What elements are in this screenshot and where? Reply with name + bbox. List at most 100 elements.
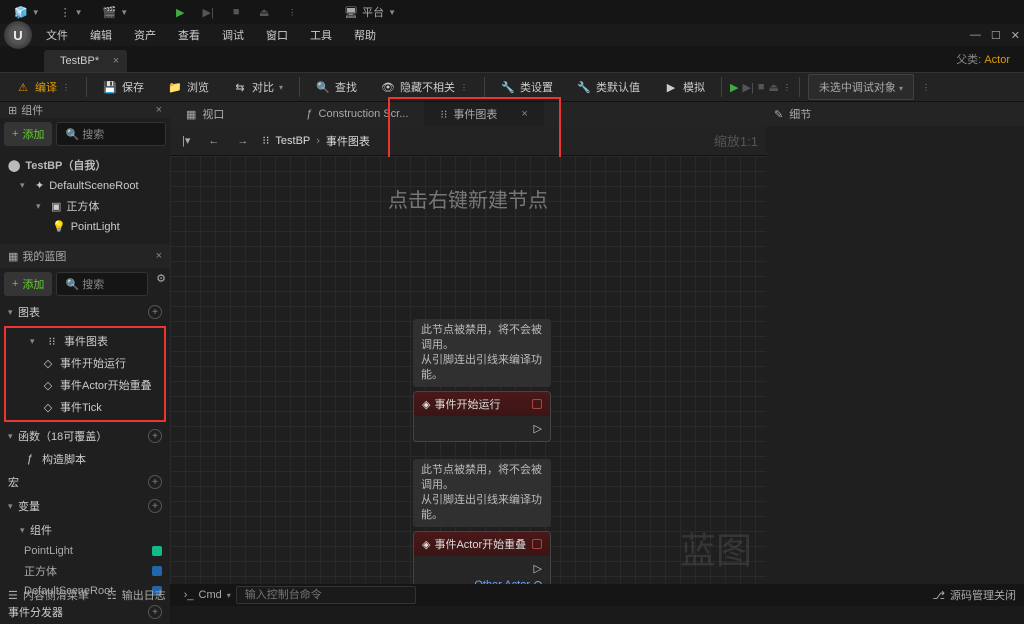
skip-icon[interactable]: ▶|	[742, 81, 753, 94]
event-item[interactable]: ◇事件开始运行	[6, 352, 164, 374]
viewport-tab[interactable]: ▦视口	[170, 102, 240, 126]
function-item[interactable]: ƒ构造脚本	[0, 448, 170, 470]
search-input[interactable]: 🔍 搜索	[56, 122, 166, 146]
variable-item[interactable]: PointLight	[0, 542, 170, 560]
stop-icon[interactable]: ■	[758, 81, 765, 93]
menu-edit[interactable]: 编辑	[80, 24, 122, 46]
hide-unrelated-button[interactable]: 👁隐藏不相关⋮	[373, 75, 476, 99]
macros-section[interactable]: 宏+	[0, 470, 170, 494]
search-input[interactable]: 🔍 搜索	[56, 272, 148, 296]
add-icon[interactable]: +	[148, 499, 162, 513]
simulation-button[interactable]: ▶模拟	[656, 75, 713, 99]
menu-debug[interactable]: 调试	[212, 24, 254, 46]
find-button[interactable]: 🔍查找	[308, 75, 365, 99]
browse-button[interactable]: 📁浏览	[160, 75, 217, 99]
event-item[interactable]: ◇事件Tick	[6, 396, 164, 418]
my-blueprint-panel-tab[interactable]: ▦ 我的蓝图 ×	[8, 248, 162, 264]
save-button[interactable]: 💾保存	[95, 75, 152, 99]
cmd-group: ›_ Cmd▾	[184, 586, 416, 604]
construction-tab[interactable]: ƒConstruction Scr...	[290, 104, 424, 124]
tab-label: TestBP*	[60, 55, 99, 67]
blueprint-node[interactable]: ◈事件Actor开始重叠 ▷ Other Actor	[413, 531, 551, 584]
node-comment: 此节点被禁用，将不会被调用。从引脚连出引线来编译功能。	[413, 319, 551, 387]
tree-item[interactable]: ▾▣正方体	[0, 195, 170, 217]
node-header[interactable]: ◈事件开始运行	[414, 392, 550, 416]
event-graph-item[interactable]: ▾⁝⁝事件图表	[6, 330, 164, 352]
skip-icon[interactable]: ▶|	[198, 2, 218, 22]
components-var-group[interactable]: ▾组件	[0, 518, 170, 542]
cmd-input[interactable]	[236, 586, 416, 604]
stop-icon[interactable]: ■	[226, 2, 246, 22]
components-panel-tab[interactable]: ⊞ 组件 ×	[8, 102, 162, 118]
minimize-button[interactable]: —	[970, 29, 981, 42]
pin-circle-icon	[534, 581, 542, 584]
close-icon[interactable]: ×	[113, 55, 119, 67]
unreal-logo-icon: U	[4, 21, 32, 49]
node-header[interactable]: ◈事件Actor开始重叠	[414, 532, 550, 556]
debug-object-select[interactable]: 未选中调试对象 ▾	[808, 74, 914, 100]
event-icon: ◈	[422, 538, 430, 551]
menu-view[interactable]: 查看	[168, 24, 210, 46]
menu-asset[interactable]: 资产	[124, 24, 166, 46]
exec-pin-out[interactable]: ▷	[534, 562, 542, 575]
forward-button[interactable]: →	[233, 133, 252, 149]
menu-window[interactable]: 窗口	[256, 24, 298, 46]
graphs-section[interactable]: ▾图表+	[0, 300, 170, 324]
tree-item[interactable]: 💡PointLight	[0, 217, 170, 236]
add-icon[interactable]: +	[148, 429, 162, 443]
film-icon: 🎬	[103, 6, 117, 19]
close-button[interactable]: ✕	[1011, 29, 1020, 42]
back-button[interactable]: ←	[204, 133, 223, 149]
menu-tools[interactable]: 工具	[300, 24, 342, 46]
add-component-button[interactable]: + 添加	[4, 122, 52, 146]
diff-button[interactable]: ⇆对比▾	[225, 75, 291, 99]
blueprint-node[interactable]: ◈事件开始运行 ▷	[413, 391, 551, 442]
event-item[interactable]: ◇事件Actor开始重叠	[6, 374, 164, 396]
variables-section[interactable]: ▾变量+	[0, 494, 170, 518]
play-icon[interactable]: ▶	[170, 2, 190, 22]
add-blueprint-button[interactable]: + 添加	[4, 272, 52, 296]
details-panel: ✎ 细节	[766, 102, 1024, 584]
functions-section[interactable]: ▾函数（18可覆盖）+	[0, 424, 170, 448]
close-icon[interactable]: ×	[521, 108, 527, 120]
nav-menu-button[interactable]: |▾	[178, 132, 194, 149]
breadcrumb-leaf[interactable]: 事件图表	[326, 133, 370, 149]
class-defaults-button[interactable]: 🔧类默认值	[569, 75, 648, 99]
cinematics-dropdown[interactable]: 🎬▼	[97, 4, 135, 21]
add-icon[interactable]: +	[148, 605, 162, 619]
add-content-dropdown[interactable]: 🧊▼	[8, 4, 46, 21]
graph-viewport[interactable]: 点击右键新建节点 此节点被禁用，将不会被调用。从引脚连出引线来编译功能。 ◈事件…	[170, 156, 766, 584]
class-settings-button[interactable]: 🔧类设置	[493, 75, 561, 99]
exec-pin-out[interactable]: ▷	[534, 422, 542, 435]
eject-icon[interactable]: ⏏	[768, 81, 778, 94]
eject-icon[interactable]: ⏏	[254, 2, 274, 22]
maximize-button[interactable]: ☐	[991, 29, 1001, 42]
tree-item[interactable]: ▾✦DefaultSceneRoot	[0, 176, 170, 195]
delegate-pin[interactable]	[532, 399, 542, 409]
parent-class-link[interactable]: 父类: Actor	[942, 46, 1024, 72]
compile-button[interactable]: ⚠编译⋮	[8, 75, 78, 99]
menu-file[interactable]: 文件	[36, 24, 78, 46]
chevron-down-icon[interactable]: ⋮	[783, 83, 791, 92]
breadcrumb-root[interactable]: TestBP	[275, 135, 310, 147]
data-pin-out[interactable]: Other Actor	[474, 579, 542, 584]
blueprint-tab[interactable]: TestBP* ×	[44, 50, 127, 72]
chevron-down-icon[interactable]: ⋮	[922, 83, 930, 92]
source-control-button[interactable]: ⎇源码管理关闭	[932, 587, 1016, 603]
viewport-hint: 点击右键新建节点	[388, 184, 548, 213]
play-icon[interactable]: ▶	[730, 81, 738, 94]
close-icon[interactable]: ×	[156, 250, 162, 262]
delegate-pin[interactable]	[532, 539, 542, 549]
add-icon[interactable]: +	[148, 475, 162, 489]
play-options-dropdown[interactable]: ⋮	[282, 6, 302, 19]
platform-dropdown[interactable]: 🖥平台▼	[338, 2, 402, 22]
dispatchers-section[interactable]: 事件分发器+	[0, 600, 170, 624]
menu-help[interactable]: 帮助	[344, 24, 386, 46]
gear-icon[interactable]: ⚙	[156, 272, 166, 296]
close-icon[interactable]: ×	[156, 104, 162, 116]
tree-root[interactable]: ⬤TestBP（自我）	[0, 154, 170, 176]
marketplace-dropdown[interactable]: ⋮▼	[54, 4, 89, 21]
add-icon[interactable]: +	[148, 305, 162, 319]
variable-item[interactable]: 正方体	[0, 560, 170, 582]
event-graph-tab[interactable]: ⁝⁝事件图表×	[424, 102, 543, 126]
